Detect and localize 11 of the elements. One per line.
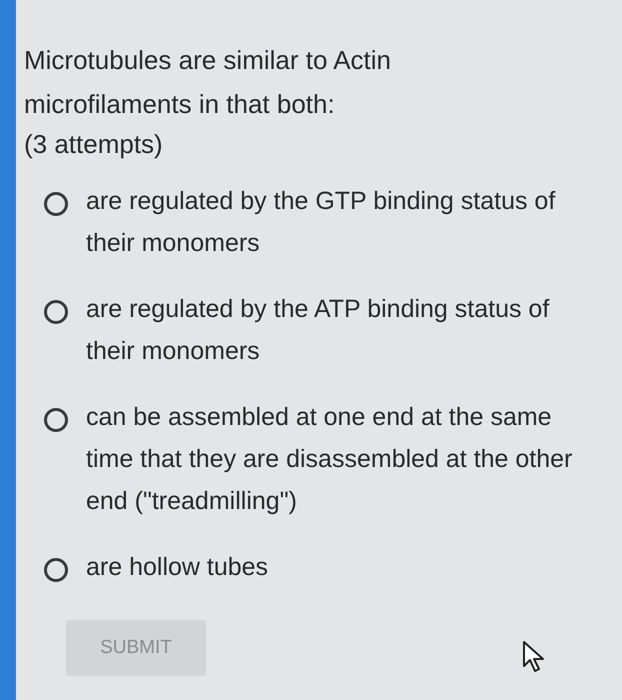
radio-button[interactable]	[44, 192, 68, 216]
attempts-text: (3 attempts)	[24, 128, 164, 161]
question-text: microfilaments in that both:	[24, 88, 336, 121]
radio-button[interactable]	[44, 408, 68, 432]
option-label: are regulated by the GTP binding status of their monomers	[86, 186, 556, 259]
radio-button[interactable]	[44, 558, 68, 582]
question-text: Microtubules are similar to Actin	[24, 44, 392, 77]
radio-button[interactable]	[44, 300, 68, 324]
option-label: are regulated by the ATP binding status of their monomers	[86, 294, 550, 367]
option-label: are hollow tubes	[86, 552, 268, 583]
option-label: can be assembled at one end at the same time that they are disassembled at the other end ("treadmilling")	[86, 402, 574, 517]
